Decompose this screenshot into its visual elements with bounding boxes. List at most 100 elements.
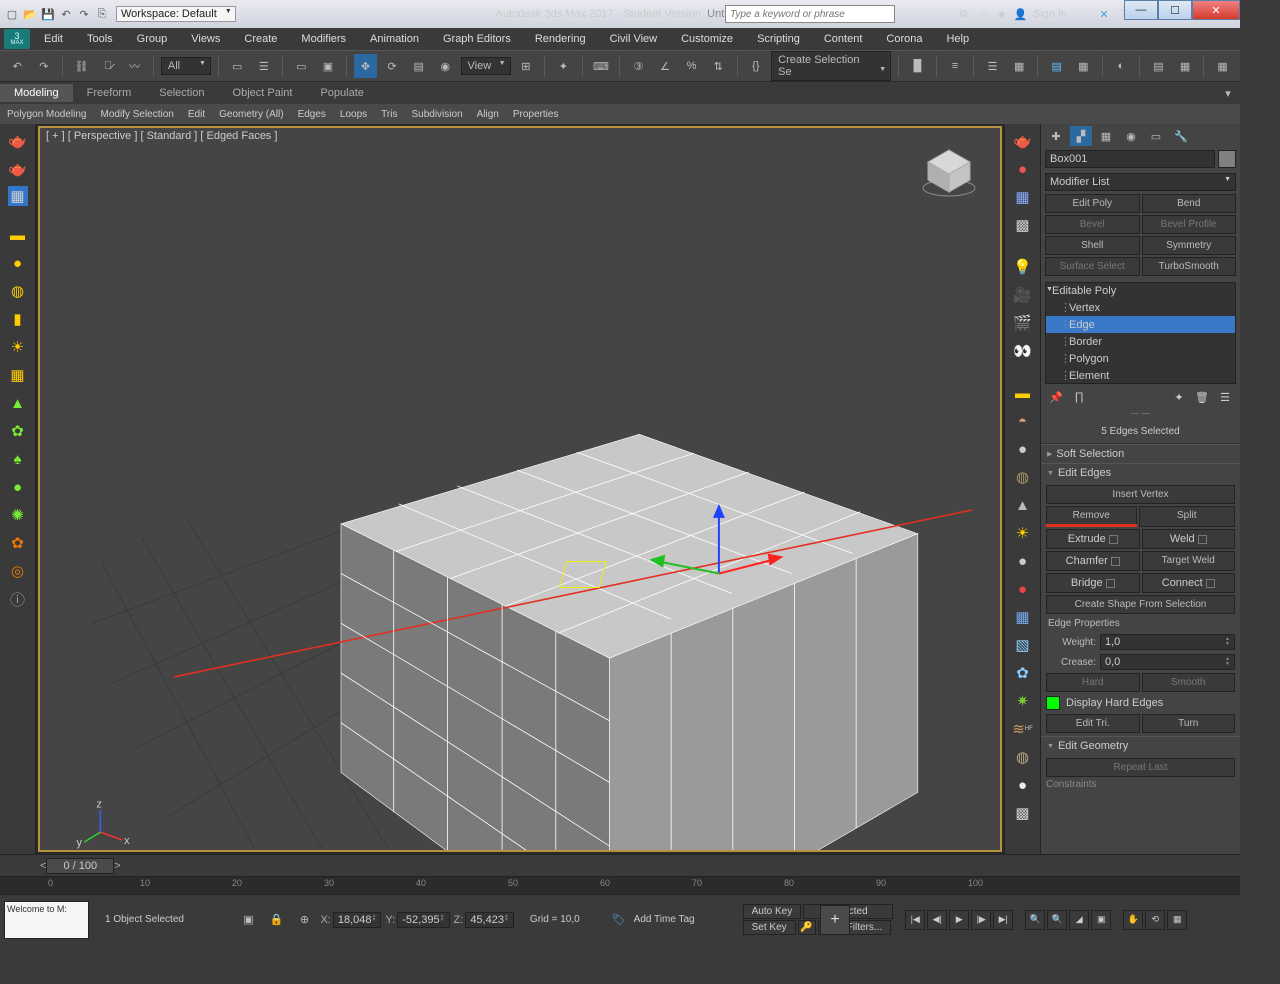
rsub-properties[interactable]: Properties (506, 107, 566, 122)
time-tag-icon[interactable]: 🏷 (612, 913, 626, 926)
teapot-icon-2[interactable]: 🫖 (7, 158, 29, 180)
mod-shell[interactable]: Shell (1045, 236, 1140, 255)
select-rotate-button[interactable]: ⟳ (381, 54, 404, 78)
time-slider[interactable]: < 0 / 100 > (0, 854, 1240, 876)
stack-edge[interactable]: ⋮Edge (1046, 316, 1235, 333)
play-button[interactable]: ▶ (949, 910, 969, 930)
rollout-edit-geometry[interactable]: Edit Geometry (1041, 737, 1240, 755)
menu-rendering[interactable]: Rendering (525, 31, 596, 47)
select-place-button[interactable]: ◉ (434, 54, 457, 78)
save-icon[interactable]: 💾 (40, 6, 56, 22)
close-button[interactable]: ✕ (1192, 0, 1240, 20)
mat-sun-icon[interactable]: ☀ (7, 336, 29, 358)
time-slider-handle[interactable]: 0 / 100 (46, 858, 114, 874)
goto-end-button[interactable]: ▶| (993, 910, 1013, 930)
material-editor-button[interactable]: ◐ (1110, 54, 1133, 78)
split-button[interactable]: Split (1139, 506, 1236, 527)
mod-bend[interactable]: Bend (1142, 194, 1237, 213)
menu-content[interactable]: Content (814, 31, 873, 47)
rsub-align[interactable]: Align (470, 107, 506, 122)
nav-zoom-icon[interactable]: 🔍 (1025, 910, 1045, 930)
stack-editable-poly[interactable]: Editable Poly (1046, 283, 1235, 299)
rsub-geometry[interactable]: Geometry (All) (212, 107, 290, 122)
refcoord-dropdown[interactable]: View (461, 57, 511, 75)
remove-button[interactable]: Remove (1046, 506, 1137, 525)
rsub-subdivision[interactable]: Subdivision (404, 107, 469, 122)
modifier-list-dropdown[interactable]: Modifier List (1045, 173, 1236, 191)
extrude-button[interactable]: Extrude (1046, 529, 1140, 549)
percent-snap-button[interactable]: % (680, 54, 703, 78)
mod-edit-poly[interactable]: Edit Poly (1045, 194, 1140, 213)
cmd-tab-display[interactable]: ▭ (1145, 126, 1167, 146)
menu-create[interactable]: Create (234, 31, 287, 47)
coord-z[interactable]: 45,423 (465, 912, 514, 928)
rsub-tris[interactable]: Tris (374, 107, 404, 122)
mat-cylinder-icon[interactable]: ▮ (7, 308, 29, 330)
info-icon[interactable]: ⓘ (7, 588, 29, 610)
bridge-button[interactable]: Bridge (1046, 573, 1140, 593)
track-bar[interactable]: 0 10 20 30 40 50 60 70 80 90 100 (0, 876, 1240, 894)
clover-icon[interactable]: ✿ (7, 420, 29, 442)
mirror-button[interactable]: ▐▌ (906, 54, 929, 78)
workspace-dropdown[interactable]: Workspace: Default (116, 6, 236, 22)
r-mat4-icon[interactable]: ◍ (1012, 466, 1034, 488)
named-selection-dropdown[interactable]: Create Selection Se (771, 51, 891, 81)
r-env-icon[interactable]: ▧ (1012, 634, 1034, 656)
new-icon[interactable]: ▢ (4, 6, 20, 22)
menu-corona[interactable]: Corona (876, 31, 932, 47)
viewport-label[interactable]: [ + ] [ Perspective ] [ Standard ] [ Edg… (46, 130, 277, 142)
star-icon[interactable]: ☆ (976, 7, 990, 21)
nav-zoomall-icon[interactable]: 🔍 (1047, 910, 1067, 930)
leaf-icon[interactable]: ♠ (7, 448, 29, 470)
stack-border[interactable]: ⋮Border (1046, 333, 1235, 350)
create-shape-button[interactable]: Create Shape From Selection (1046, 595, 1235, 614)
viewcube[interactable] (914, 136, 984, 206)
link-button[interactable]: ⛓ (70, 54, 93, 78)
next-frame-button[interactable]: |▶ (971, 910, 991, 930)
key-icon[interactable]: 🔑 (798, 920, 816, 935)
nav-max-icon[interactable]: ▦ (1167, 910, 1187, 930)
mod-bevel[interactable]: Bevel (1045, 215, 1140, 234)
nav-orbit-icon[interactable]: ⟲ (1145, 910, 1165, 930)
gear-icon[interactable]: ✿ (7, 532, 29, 554)
cmd-tab-hierarchy[interactable]: ▦ (1095, 126, 1117, 146)
cmd-tab-motion[interactable]: ◉ (1120, 126, 1142, 146)
mat-sphere-icon[interactable]: ● (7, 252, 29, 274)
teapot-icon[interactable]: 🫖 (7, 130, 29, 152)
undo-button[interactable]: ↶ (6, 54, 29, 78)
mod-turbosmooth[interactable]: TurboSmooth (1142, 257, 1237, 276)
spinner-snap-button[interactable]: ⇅ (707, 54, 730, 78)
menu-help[interactable]: Help (936, 31, 979, 47)
maximize-button[interactable]: ☐ (1158, 0, 1192, 20)
chamfer-button[interactable]: Chamfer (1046, 551, 1140, 571)
r-gear-icon[interactable]: ✿ (1012, 662, 1034, 684)
smooth-button[interactable]: Smooth (1142, 673, 1236, 692)
r-grid-icon[interactable]: ▦ (1012, 186, 1034, 208)
r-white-icon[interactable]: ● (1012, 774, 1034, 796)
rsub-edges[interactable]: Edges (291, 107, 333, 122)
schematic-view-button[interactable]: ▦ (1072, 54, 1095, 78)
object-name-input[interactable]: Box001 (1045, 150, 1215, 168)
tab-selection[interactable]: Selection (145, 84, 218, 102)
r-camera-icon[interactable]: 🎥 (1012, 284, 1034, 306)
bind-button[interactable]: 〰 (123, 54, 146, 78)
r-bulb-icon[interactable]: 💡 (1012, 256, 1034, 278)
rsub-modify-selection[interactable]: Modify Selection (94, 107, 181, 122)
menu-tools[interactable]: Tools (77, 31, 123, 47)
snap-button[interactable]: ③ (627, 54, 650, 78)
bulb-icon[interactable]: ● (7, 476, 29, 498)
r-teapot-icon[interactable]: 🫖 (1012, 130, 1034, 152)
mat-flat-icon[interactable]: ▬ (7, 224, 29, 246)
signin-link[interactable]: Sign In (1033, 8, 1067, 20)
pin-stack-icon[interactable]: 📌 (1049, 390, 1063, 404)
set-key-large-button[interactable]: + (820, 905, 850, 935)
edit-named-sel-button[interactable]: {} (745, 54, 768, 78)
display-hard-edges-checkbox[interactable] (1046, 696, 1060, 710)
modifier-stack[interactable]: Editable Poly ⋮Vertex ⋮Edge ⋮Border ⋮Pol… (1045, 282, 1236, 384)
weight-input[interactable]: 1,0 (1100, 634, 1235, 650)
tab-modeling[interactable]: Modeling (0, 84, 73, 102)
prev-frame-button[interactable]: ◀| (927, 910, 947, 930)
toggle-ribbon-button[interactable]: ▦ (1008, 54, 1031, 78)
exchange-icon[interactable]: ✕ (1097, 7, 1111, 21)
mat-ring-icon[interactable]: ◍ (7, 280, 29, 302)
